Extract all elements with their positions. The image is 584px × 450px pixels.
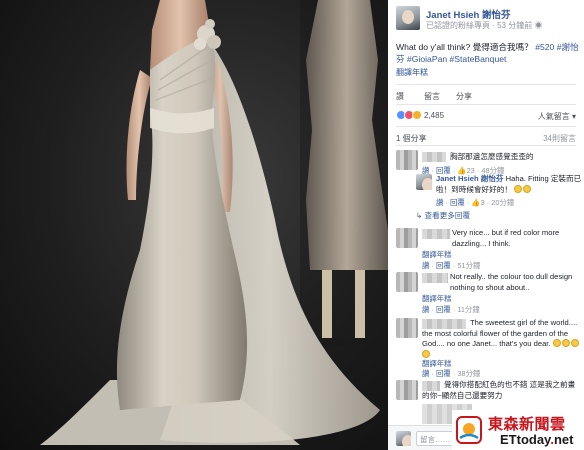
viewer-avatar bbox=[396, 431, 411, 446]
commenter-name-blurred[interactable] bbox=[422, 273, 448, 283]
comment-time[interactable]: 11分鐘 bbox=[457, 305, 479, 314]
gown-photo-illustration bbox=[40, 0, 388, 450]
globe-icon: ◉ bbox=[534, 21, 543, 30]
translate-link[interactable]: 翻譯年糕 bbox=[396, 67, 428, 78]
caption-text: What do y'all think? 覺得適合我嗎？ bbox=[396, 42, 533, 52]
divider bbox=[396, 104, 576, 105]
commenter-avatar-blurred[interactable] bbox=[396, 318, 418, 338]
comment-like-link[interactable]: 讚 bbox=[422, 305, 429, 314]
comment-meta: 讚 · 回覆 · 51分鐘 bbox=[422, 261, 481, 270]
reply-text: Janet Hsieh 謝怡芬 Haha. Fitting 定裝而已啦！到時候會… bbox=[436, 174, 582, 195]
hashtag-520[interactable]: #520 bbox=[535, 42, 554, 52]
comment-time[interactable]: 51分鐘 bbox=[457, 261, 480, 270]
commenter-name-blurred[interactable] bbox=[422, 152, 446, 162]
comment-text: 胸部那邊怎麼感覺歪歪的 bbox=[450, 152, 534, 161]
commenter-name-blurred[interactable] bbox=[422, 229, 450, 239]
share-button[interactable]: 分享 bbox=[456, 91, 472, 102]
verified-page-label: 已認證的粉絲專頁 bbox=[426, 21, 490, 30]
smile-emoji-icon bbox=[422, 349, 430, 358]
post-subtitle: 已認證的粉絲專頁 · 53 分鐘前 ◉ bbox=[426, 21, 543, 30]
smile-emoji-icon bbox=[561, 339, 570, 347]
post-time[interactable]: 53 分鐘前 bbox=[497, 21, 532, 30]
watermark-chinese: 東森新聞雲 bbox=[488, 416, 566, 433]
more-replies-label[interactable]: 查看更多回覆 bbox=[425, 211, 471, 220]
left-arm bbox=[126, 70, 152, 200]
comment-sort-dropdown[interactable]: 人氣留言 ▾ bbox=[538, 111, 576, 122]
smile-emoji-icon bbox=[570, 339, 579, 347]
hashtag-statebanquet[interactable]: #StateBanquet bbox=[450, 54, 507, 64]
reaction-count[interactable]: 2,485 bbox=[424, 111, 444, 120]
smile-emoji-icon bbox=[523, 184, 532, 193]
hashtag-gioiapan[interactable]: #GioiaPan bbox=[407, 54, 447, 64]
post-side-panel: Janet Hsieh 謝怡芬 已認證的粉絲專頁 · 53 分鐘前 ◉ What… bbox=[388, 0, 584, 450]
translate-link[interactable]: 翻譯年糕 bbox=[422, 249, 452, 260]
more-replies-link[interactable]: ↳ 查看更多回覆 bbox=[416, 210, 470, 221]
author-name[interactable]: Janet Hsieh 謝怡芬 bbox=[426, 7, 510, 21]
divider bbox=[396, 145, 576, 146]
post-actions: 讚 留言 分享 bbox=[396, 91, 576, 103]
comment-reply-link[interactable]: 回覆 bbox=[436, 369, 451, 378]
comment-text: The sweetest girl of the world.... the m… bbox=[422, 318, 582, 360]
reply-like-count[interactable]: 3 bbox=[481, 198, 485, 207]
comment-button[interactable]: 留言 bbox=[424, 91, 440, 102]
watermark-en-a: ETtoday bbox=[500, 432, 551, 447]
watermark-english: ETtoday.net bbox=[500, 432, 573, 447]
watermark-en-b: net bbox=[553, 432, 574, 447]
commenter-avatar-blurred[interactable] bbox=[396, 150, 418, 170]
comment-meta: 讚 · 回覆 · 38分鐘 bbox=[422, 369, 481, 378]
smile-emoji-icon bbox=[514, 184, 523, 193]
commenter-avatar-blurred[interactable] bbox=[396, 272, 418, 292]
comment-meta: 讚 · 回覆 · 11分鐘 bbox=[422, 305, 480, 314]
comment-reply-link[interactable]: 回覆 bbox=[436, 261, 451, 270]
reply-time[interactable]: 20分鐘 bbox=[491, 198, 514, 207]
commenter-avatar-blurred[interactable] bbox=[396, 228, 418, 248]
post-header: Janet Hsieh 謝怡芬 已認證的粉絲專頁 · 53 分鐘前 ◉ bbox=[388, 0, 584, 36]
divider bbox=[396, 126, 576, 127]
share-count[interactable]: 1 個分享 bbox=[396, 133, 427, 144]
comment-count[interactable]: 34則留言 bbox=[543, 133, 576, 144]
comment-text: Very nice... but if red color more dazzl… bbox=[452, 228, 560, 248]
wow-reaction-icon bbox=[412, 110, 422, 120]
like-button[interactable]: 讚 bbox=[396, 91, 404, 102]
author-avatar[interactable] bbox=[396, 6, 420, 30]
comment-time[interactable]: 38分鐘 bbox=[457, 369, 480, 378]
ettoday-logo-icon bbox=[456, 416, 482, 444]
reply-author-name[interactable]: Janet Hsieh 謝怡芬 bbox=[436, 174, 504, 183]
thumb-icon: 👍 bbox=[471, 198, 481, 207]
comment-like-link[interactable]: 讚 bbox=[422, 369, 429, 378]
comment-text: Not really.. the colour too dull design … bbox=[450, 272, 573, 292]
ettoday-watermark: 東森新聞雲 ETtoday.net bbox=[452, 410, 584, 450]
commenter-avatar-blurred[interactable] bbox=[396, 380, 418, 400]
reply-author-avatar[interactable] bbox=[416, 174, 432, 190]
reply-meta: 讚 · 回覆 · 👍3 · 20分鐘 bbox=[436, 198, 515, 207]
reply-reply-link[interactable]: 回覆 bbox=[450, 198, 465, 207]
smile-emoji-icon bbox=[552, 339, 561, 347]
divider bbox=[396, 84, 576, 85]
translate-link[interactable]: 翻譯年糕 bbox=[422, 293, 452, 304]
post-caption: What do y'all think? 覺得適合我嗎？ #520 #謝怡芬 #… bbox=[396, 41, 582, 65]
comment-text: 覺得你搭配紅色的也不錯 這是我之前畫的你~顯然自己還要努力 bbox=[422, 380, 576, 400]
comment-like-link[interactable]: 讚 bbox=[422, 261, 429, 270]
comment-reply-link[interactable]: 回覆 bbox=[436, 305, 451, 314]
reply-like-link[interactable]: 讚 bbox=[436, 198, 443, 207]
reply-arrow-icon: ↳ bbox=[416, 211, 423, 220]
post-photo[interactable] bbox=[0, 0, 388, 450]
